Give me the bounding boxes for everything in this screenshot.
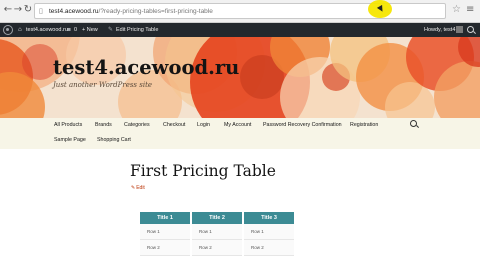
avatar[interactable] (456, 26, 463, 33)
pencil-icon: ✎ (131, 185, 136, 191)
search-icon[interactable] (410, 120, 417, 127)
new-content-button[interactable]: + New (82, 23, 98, 37)
browser-menu-icon[interactable]: ≡ (466, 4, 474, 16)
pricing-table-row: Row 2 (140, 240, 190, 256)
bookmark-star-icon[interactable]: ☆ (452, 4, 461, 16)
comments-icon[interactable]: ▪ (67, 23, 71, 37)
edit-pricing-table-link[interactable]: Edit Pricing Table (116, 23, 158, 37)
nav-item-categories[interactable]: Categories (124, 121, 150, 129)
admin-bar-site-name[interactable]: test4.acewood.ru (26, 23, 68, 37)
edit-pencil-icon[interactable]: ✎ (108, 23, 113, 37)
edit-link-label: Edit (136, 185, 145, 191)
pricing-table-column: Title 1 Row 1 Row 2 (140, 212, 190, 256)
site-tagline: Just another WordPress site (53, 81, 153, 89)
pricing-table-row: Row 2 (244, 240, 294, 256)
nav-item-login[interactable]: Login (197, 121, 210, 129)
pricing-table-column: Title 2 Row 1 Row 2 (192, 212, 242, 256)
pricing-table-row: Row 1 (192, 224, 242, 240)
page-info-icon[interactable]: ▯ (39, 7, 46, 15)
site-header: test4.acewood.ru Just another WordPress … (0, 37, 480, 118)
nav-item-my-account[interactable]: My Account (224, 121, 251, 129)
wp-admin-bar: ⌂ test4.acewood.ru ▪ 0 + New ✎ Edit Pric… (0, 23, 480, 37)
nav-item-password-recovery[interactable]: Password Recovery Confirmation (263, 121, 342, 129)
pricing-table-column: Title 3 Row 1 Row 2 (244, 212, 294, 256)
url-host: test4.acewood.ru (49, 8, 99, 15)
comments-count[interactable]: 0 (74, 23, 77, 37)
browser-toolbar: ← → ↻ ▯ test4.acewood.ru/?ready-pricing-… (0, 0, 480, 23)
pricing-table-row: Row 2 (192, 240, 242, 256)
pricing-table-title: Title 1 (140, 212, 190, 224)
pricing-table-row: Row 1 (140, 224, 190, 240)
pricing-table-title: Title 3 (244, 212, 294, 224)
page-title: First Pricing Table (130, 162, 276, 180)
pricing-table-row: Row 1 (244, 224, 294, 240)
home-icon[interactable]: ⌂ (18, 23, 22, 37)
pricing-table-title: Title 2 (192, 212, 242, 224)
edit-link[interactable]: ✎Edit (131, 185, 145, 192)
search-icon[interactable] (467, 26, 474, 33)
admin-bar-greeting[interactable]: Howdy, test4 (424, 23, 455, 37)
nav-item-shopping-cart[interactable]: Shopping Cart (97, 136, 131, 144)
url-path: /?ready-pricing-tables=first-pricing-tab… (98, 8, 213, 15)
nav-item-brands[interactable]: Brands (95, 121, 112, 129)
address-url[interactable]: test4.acewood.ru/?ready-pricing-tables=f… (49, 6, 213, 17)
nav-item-registration[interactable]: Registration (350, 121, 378, 129)
nav-item-sample-page[interactable]: Sample Page (54, 136, 86, 144)
reload-icon[interactable]: ↻ (22, 4, 34, 16)
site-title[interactable]: test4.acewood.ru (53, 56, 239, 79)
nav-item-checkout[interactable]: Checkout (163, 121, 185, 129)
nav-item-all-products[interactable]: All Products (54, 121, 82, 129)
wordpress-logo-icon[interactable] (3, 25, 13, 35)
